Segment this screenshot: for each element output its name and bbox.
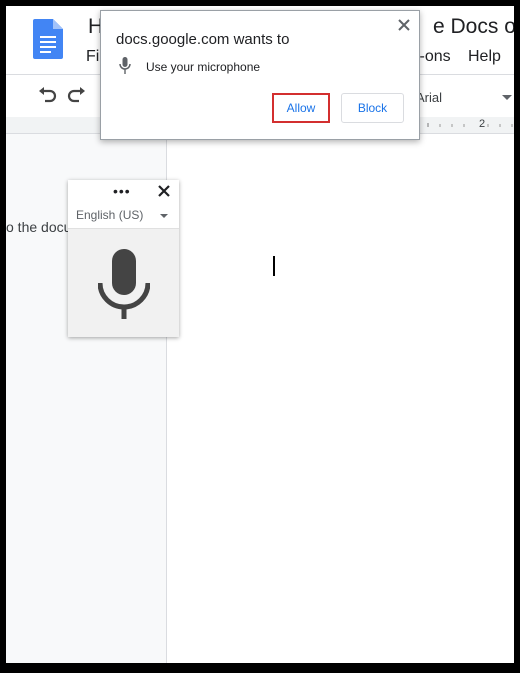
document-title-end[interactable]: e Docs on bbox=[433, 15, 514, 39]
close-icon[interactable] bbox=[398, 19, 410, 31]
block-button[interactable]: Block bbox=[341, 93, 404, 123]
voice-typing-header: ••• bbox=[68, 180, 179, 204]
voice-typing-panel: ••• English (US) bbox=[68, 180, 179, 337]
permission-text: Use your microphone bbox=[146, 60, 261, 74]
screenshot-frame: H e Docs on Fi l-ons Help Arial 2 bbox=[6, 6, 514, 663]
outline-text: o the docu bbox=[6, 219, 72, 235]
menu-addons[interactable]: l-ons bbox=[416, 48, 451, 66]
microphone-permission-dialog: docs.google.com wants to Use your microp… bbox=[100, 10, 420, 140]
chevron-down-icon bbox=[160, 214, 168, 218]
close-icon[interactable] bbox=[157, 184, 171, 198]
google-docs-logo[interactable] bbox=[33, 19, 63, 59]
mic-button-area[interactable] bbox=[68, 229, 179, 337]
microphone-icon[interactable] bbox=[98, 249, 150, 319]
font-dropdown-caret-icon[interactable] bbox=[502, 95, 512, 100]
redo-icon[interactable] bbox=[66, 85, 88, 105]
more-options-icon[interactable]: ••• bbox=[113, 183, 131, 199]
text-cursor bbox=[273, 256, 275, 276]
dialog-title: docs.google.com wants to bbox=[116, 31, 290, 48]
language-selector[interactable]: English (US) bbox=[68, 204, 179, 229]
language-label: English (US) bbox=[76, 208, 144, 222]
allow-button[interactable]: Allow bbox=[272, 93, 330, 123]
menu-help[interactable]: Help bbox=[468, 48, 501, 66]
undo-icon[interactable] bbox=[36, 85, 58, 105]
menu-file[interactable]: Fi bbox=[86, 48, 99, 66]
ruler-number: 2 bbox=[479, 118, 486, 130]
ruler-ticks bbox=[427, 123, 513, 127]
microphone-icon bbox=[119, 57, 131, 74]
